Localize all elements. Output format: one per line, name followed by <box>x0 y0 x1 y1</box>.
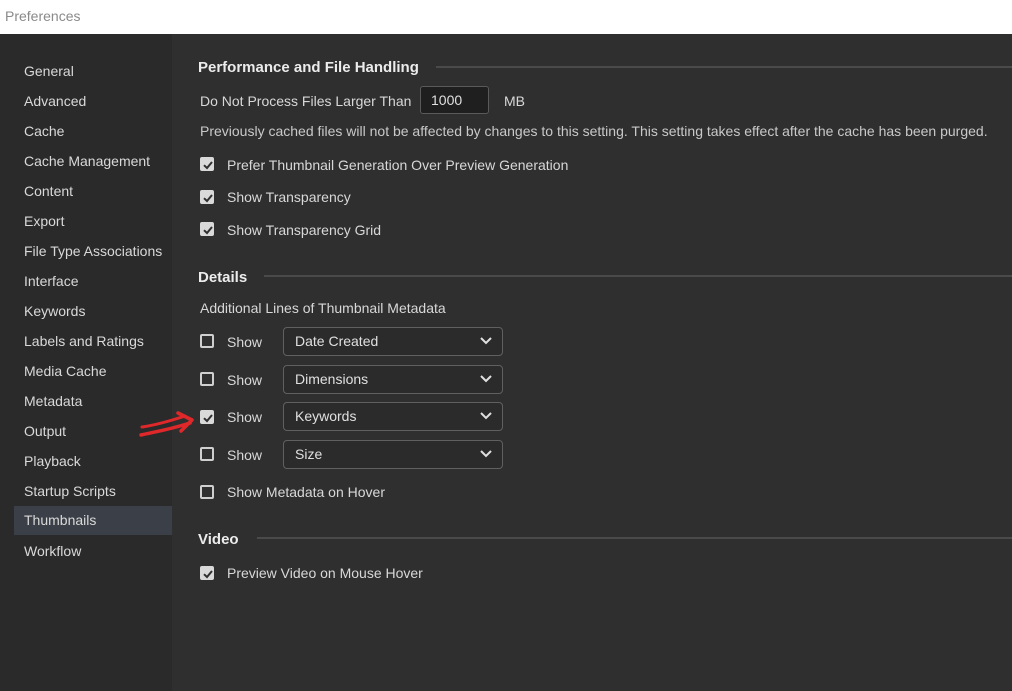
check-icon <box>203 226 213 235</box>
metadata-line-4-checkbox[interactable] <box>200 447 214 461</box>
show-metadata-hover-label: Show Metadata on Hover <box>227 484 385 500</box>
metadata-line-2-show-label: Show <box>227 372 263 388</box>
sidebar-item-startup-scripts[interactable]: Startup Scripts <box>14 477 172 506</box>
window-titlebar: Preferences <box>0 0 1012 34</box>
preview-video-checkbox[interactable] <box>200 566 214 580</box>
metadata-line-3-dropdown[interactable]: Keywords <box>283 402 503 431</box>
preview-video-label: Preview Video on Mouse Hover <box>227 565 423 581</box>
show-transparency-grid-checkbox[interactable] <box>200 222 214 236</box>
metadata-line-4-dropdown[interactable]: Size <box>283 440 503 469</box>
chevron-down-icon <box>480 450 492 458</box>
show-metadata-hover-checkbox[interactable] <box>200 485 214 499</box>
sidebar-item-cache[interactable]: Cache <box>14 117 172 146</box>
section-title-details: Details <box>198 269 248 286</box>
metadata-line-4-show-label: Show <box>227 447 263 463</box>
metadata-line-3-value: Keywords <box>295 408 357 424</box>
cache-note: Previously cached files will not be affe… <box>200 123 988 139</box>
preferences-sidebar: General Advanced Cache Cache Management … <box>0 34 172 691</box>
chevron-down-icon <box>480 375 492 383</box>
section-title-performance: Performance and File Handling <box>198 59 419 76</box>
metadata-line-4-value: Size <box>295 446 323 462</box>
metadata-line-1-dropdown[interactable]: Date Created <box>283 327 503 356</box>
sidebar-item-export[interactable]: Export <box>14 207 172 236</box>
metadata-line-1-show-label: Show <box>227 334 263 350</box>
section-title-video: Video <box>198 531 239 548</box>
check-icon <box>203 570 213 579</box>
sidebar-item-cache-management[interactable]: Cache Management <box>14 147 172 176</box>
check-icon <box>203 414 213 423</box>
sidebar-item-interface[interactable]: Interface <box>14 267 172 296</box>
max-file-size-unit: MB <box>504 93 525 109</box>
sidebar-item-file-type-associations[interactable]: File Type Associations <box>14 237 172 266</box>
metadata-line-2-dropdown[interactable]: Dimensions <box>283 365 503 394</box>
metadata-line-1-value: Date Created <box>295 333 379 349</box>
max-file-size-label: Do Not Process Files Larger Than <box>200 93 412 109</box>
max-file-size-input[interactable]: 1000 <box>420 86 489 114</box>
prefer-thumbnail-checkbox[interactable] <box>200 157 214 171</box>
check-icon <box>203 194 213 203</box>
section-divider <box>257 537 1012 539</box>
section-divider <box>264 275 1012 277</box>
metadata-line-1-checkbox[interactable] <box>200 334 214 348</box>
show-transparency-checkbox[interactable] <box>200 190 214 204</box>
sidebar-item-media-cache[interactable]: Media Cache <box>14 357 172 386</box>
show-transparency-grid-label: Show Transparency Grid <box>227 222 382 238</box>
chevron-down-icon <box>480 337 492 345</box>
sidebar-item-keywords[interactable]: Keywords <box>14 297 172 326</box>
sidebar-item-labels-and-ratings[interactable]: Labels and Ratings <box>14 327 172 356</box>
sidebar-item-workflow[interactable]: Workflow <box>14 537 172 566</box>
sidebar-item-content[interactable]: Content <box>14 177 172 206</box>
check-icon <box>203 161 213 170</box>
sidebar-item-playback[interactable]: Playback <box>14 447 172 476</box>
metadata-line-2-value: Dimensions <box>295 371 369 387</box>
sidebar-item-advanced[interactable]: Advanced <box>14 87 172 116</box>
sidebar-item-general[interactable]: General <box>14 57 172 86</box>
red-arrow-annotation-icon <box>139 411 194 437</box>
section-divider <box>436 66 1012 68</box>
chevron-down-icon <box>480 412 492 420</box>
metadata-line-3-show-label: Show <box>227 409 263 425</box>
metadata-line-2-checkbox[interactable] <box>200 372 214 386</box>
window-title: Preferences <box>5 8 81 24</box>
sidebar-item-thumbnails[interactable]: Thumbnails <box>14 506 172 535</box>
show-transparency-label: Show Transparency <box>227 189 351 205</box>
metadata-line-3-checkbox[interactable] <box>200 410 214 424</box>
metadata-lines-label: Additional Lines of Thumbnail Metadata <box>200 300 446 316</box>
prefer-thumbnail-label: Prefer Thumbnail Generation Over Preview… <box>227 157 569 173</box>
